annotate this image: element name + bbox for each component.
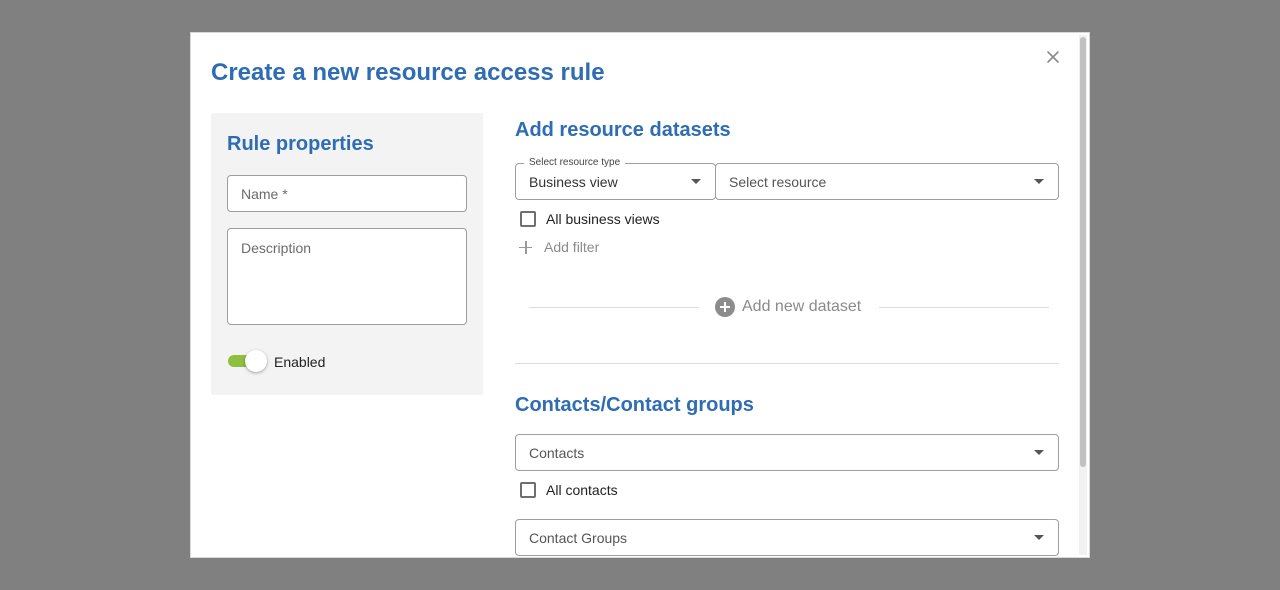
chevron-down-icon [1034,534,1044,540]
add-new-dataset-label: Add new dataset [742,298,862,315]
plus-icon [519,240,532,254]
section-divider [515,363,1059,364]
all-contacts-label: All contacts [546,482,618,498]
dialog-title: Create a new resource access rule [211,59,605,86]
rule-properties-panel: Rule properties Enabled [211,113,483,395]
enabled-toggle[interactable] [228,349,267,373]
contact-groups-select[interactable]: Contact Groups [515,519,1059,556]
chevron-down-icon [1034,449,1044,455]
resource-select[interactable]: Select resource [715,163,1059,200]
toggle-thumb [245,350,267,372]
contacts-heading: Contacts/Contact groups [515,394,754,416]
all-business-views-checkbox[interactable]: All business views [520,211,660,227]
add-new-dataset-button[interactable]: Add new dataset [715,297,861,317]
rule-properties-heading: Rule properties [227,133,374,155]
checkbox-box[interactable] [520,482,536,498]
add-filter-button[interactable]: Add filter [519,239,599,255]
resource-type-label: Select resource type [524,157,626,169]
add-filter-label: Add filter [544,239,600,255]
divider-left [529,307,699,308]
resource-type-value: Business view [529,173,618,190]
all-contacts-checkbox[interactable]: All contacts [520,482,618,498]
contacts-placeholder: Contacts [529,444,585,461]
create-rule-dialog: Create a new resource access rule Rule p… [190,32,1090,558]
contact-groups-placeholder: Contact Groups [529,529,628,546]
name-field[interactable] [227,175,467,212]
close-icon[interactable] [1043,47,1063,67]
chevron-down-icon [691,178,701,184]
plus-circle-icon [715,297,735,317]
chevron-down-icon [1034,178,1044,184]
divider-right [879,307,1049,308]
scrollbar-thumb[interactable] [1080,37,1086,467]
enabled-label: Enabled [274,354,326,370]
description-field[interactable] [227,228,467,325]
resource-datasets-heading: Add resource datasets [515,119,731,141]
resource-placeholder: Select resource [729,173,827,190]
all-business-views-label: All business views [546,211,660,227]
contacts-select[interactable]: Contacts [515,434,1059,471]
checkbox-box[interactable] [520,211,536,227]
resource-type-select[interactable]: Select resource type Business view [515,157,716,200]
